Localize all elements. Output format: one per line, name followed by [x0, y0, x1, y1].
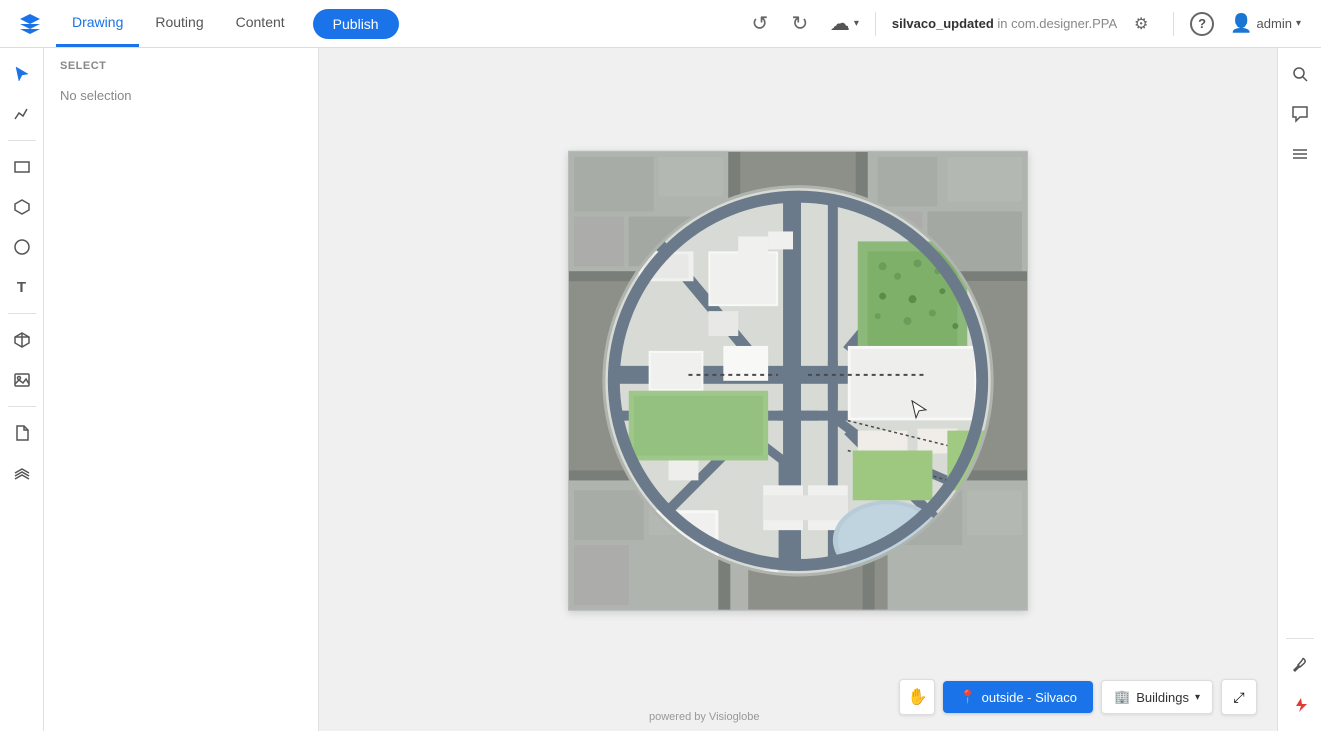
sidebar-divider-2 [8, 313, 36, 314]
layers-tool-button[interactable] [4, 455, 40, 491]
comments-panel-button[interactable] [1282, 96, 1318, 132]
project-info: silvaco_updated in com.designer.PPA ⚙ [884, 8, 1165, 40]
user-menu-button[interactable]: 👤 admin ▾ [1222, 9, 1309, 38]
select-tool-button[interactable] [4, 56, 40, 92]
undo-redo-group: ↺ ↻ [742, 6, 818, 42]
bottom-bar: ✋ 📍 outside - Silvaco 🏢 Buildings ▾ ⤢ [899, 679, 1257, 715]
main-layout: T SELECT No selection [0, 48, 1321, 731]
circle-tool-button[interactable] [4, 229, 40, 265]
project-name: silvaco_updated in com.designer.PPA [892, 16, 1117, 31]
redo-button[interactable]: ↻ [782, 6, 818, 42]
user-icon: 👤 [1230, 13, 1252, 34]
powered-by-text: powered by Visioglobe [649, 711, 759, 723]
divider [875, 12, 876, 36]
left-panel: SELECT No selection [44, 48, 319, 731]
fullscreen-button[interactable]: ⤢ [1221, 679, 1257, 715]
tool-sidebar: T [0, 48, 44, 731]
buildings-label: Buildings [1136, 690, 1189, 705]
right-sidebar [1277, 48, 1321, 731]
sidebar-divider-1 [8, 140, 36, 141]
project-settings-button[interactable]: ⚙ [1125, 8, 1157, 40]
graph-tool-button[interactable] [4, 96, 40, 132]
user-label: admin [1257, 16, 1292, 31]
image-tool-button[interactable] [4, 362, 40, 398]
rect-tool-button[interactable] [4, 149, 40, 185]
hand-tool-button[interactable]: ✋ [899, 679, 935, 715]
help-icon: ? [1190, 12, 1214, 36]
nav-tabs: Drawing Routing Content [56, 0, 301, 47]
no-selection-text: No selection [44, 80, 318, 111]
tab-content[interactable]: Content [220, 0, 301, 47]
file-tool-button[interactable] [4, 415, 40, 451]
location-icon: 📍 [959, 689, 975, 705]
tab-drawing[interactable]: Drawing [56, 0, 139, 47]
panel-section-header: SELECT [44, 48, 318, 80]
app-logo [12, 6, 48, 42]
location-button[interactable]: 📍 outside - Silvaco [943, 681, 1093, 713]
buildings-dropdown-icon: ▾ [1195, 692, 1200, 703]
buildings-icon: 🏢 [1114, 689, 1130, 705]
location-label: outside - Silvaco [982, 690, 1077, 705]
polygon-tool-button[interactable] [4, 189, 40, 225]
cloud-icon: ☁ [830, 11, 850, 36]
fullscreen-icon: ⤢ [1233, 689, 1244, 706]
divider2 [1173, 12, 1174, 36]
help-button[interactable]: ? [1182, 8, 1222, 40]
right-sidebar-divider [1286, 638, 1314, 639]
topbar: Drawing Routing Content Publish ↺ ↻ ☁ ▾ … [0, 0, 1321, 48]
search-panel-button[interactable] [1282, 56, 1318, 92]
cloud-dropdown-icon: ▾ [854, 18, 859, 29]
cloud-sync-button[interactable]: ☁ ▾ [822, 7, 867, 40]
user-dropdown-icon: ▾ [1296, 18, 1301, 29]
flash-panel-button[interactable] [1282, 687, 1318, 723]
map-svg [569, 151, 1027, 609]
text-tool-button[interactable]: T [4, 269, 40, 305]
publish-button[interactable]: Publish [313, 9, 399, 39]
undo-button[interactable]: ↺ [742, 6, 778, 42]
buildings-button[interactable]: 🏢 Buildings ▾ [1101, 680, 1213, 714]
tools-panel-button[interactable] [1282, 647, 1318, 683]
list-panel-button[interactable] [1282, 136, 1318, 172]
sidebar-divider-3 [8, 406, 36, 407]
hand-icon: ✋ [907, 687, 927, 707]
box3d-tool-button[interactable] [4, 322, 40, 358]
map-container[interactable] [568, 150, 1028, 610]
canvas-area[interactable]: powered by Visioglobe ✋ 📍 outside - Silv… [319, 48, 1277, 731]
tab-routing[interactable]: Routing [139, 0, 219, 47]
